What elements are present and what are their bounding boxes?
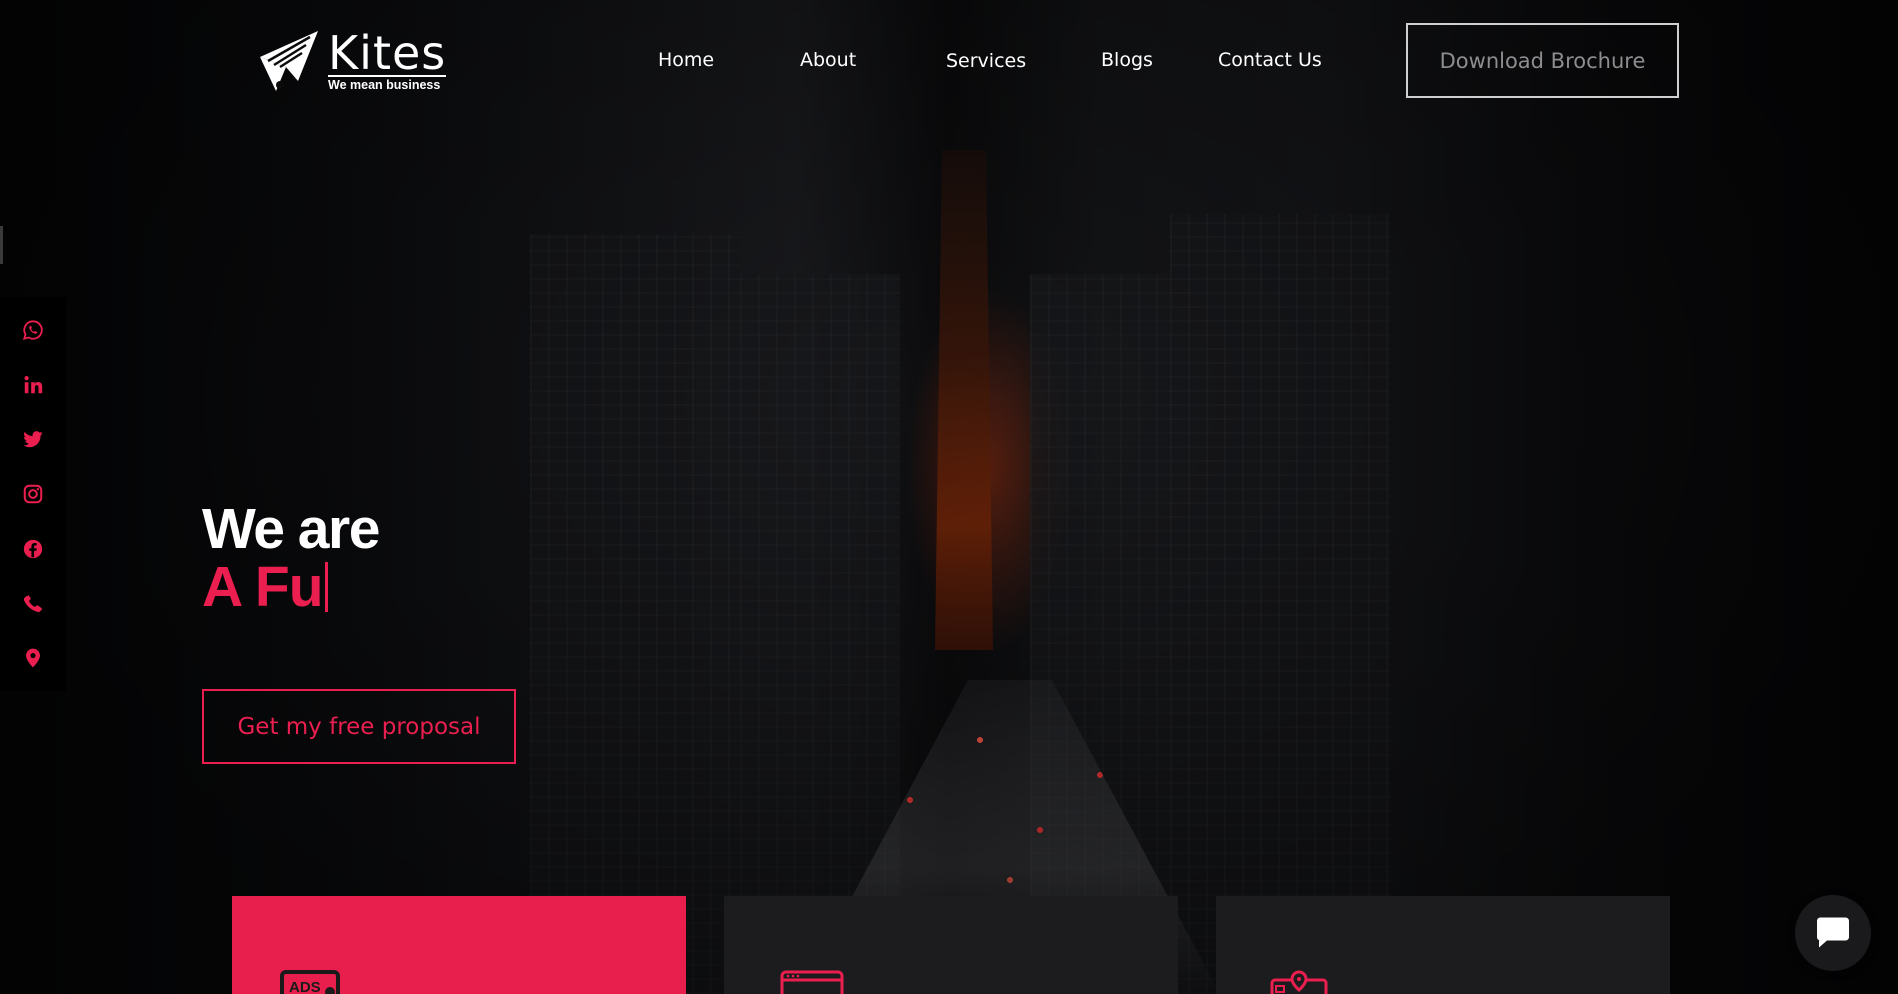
typing-caret: [324, 562, 328, 612]
service-card-web[interactable]: [724, 896, 1178, 994]
download-brochure-button[interactable]: Download Brochure: [1406, 23, 1679, 98]
service-card-ads[interactable]: ADS: [232, 896, 686, 994]
nav-services[interactable]: Services: [946, 50, 1026, 72]
linkedin-icon[interactable]: [20, 372, 46, 398]
twitter-icon[interactable]: [20, 426, 46, 452]
instagram-icon[interactable]: [20, 481, 46, 507]
ads-icon: ADS: [280, 970, 340, 994]
nav-blogs[interactable]: Blogs: [1101, 49, 1153, 71]
phone-icon[interactable]: [20, 590, 46, 616]
svg-text:ADS: ADS: [289, 979, 321, 994]
nav-home[interactable]: Home: [658, 49, 714, 71]
service-card-local[interactable]: [1216, 896, 1670, 994]
nav-contact-us[interactable]: Contact Us: [1218, 49, 1322, 71]
logo-text: Kites We mean business: [328, 25, 447, 92]
brand-tagline: We mean business: [328, 74, 447, 92]
facebook-icon[interactable]: [20, 536, 46, 562]
page: Kites We mean business Home About Servic…: [0, 0, 1898, 994]
hero-typed-value: A Fu: [202, 555, 324, 619]
whatsapp-icon[interactable]: [20, 317, 46, 343]
location-pin-icon[interactable]: [20, 645, 46, 671]
site-logo[interactable]: Kites We mean business: [254, 26, 454, 96]
hero-typed-text: A Fu: [202, 557, 328, 617]
free-proposal-button[interactable]: Get my free proposal: [202, 689, 516, 764]
left-edge-marker: [0, 226, 3, 264]
location-board-icon: [1270, 970, 1328, 994]
live-chat-button[interactable]: [1795, 895, 1871, 971]
social-sidebar: [0, 297, 66, 691]
chat-bubble-icon: [1817, 917, 1849, 948]
browser-window-icon: [780, 970, 844, 994]
nav-about[interactable]: About: [800, 49, 856, 71]
paper-kite-logo-icon: [260, 31, 318, 91]
hero-heading: We are: [202, 497, 380, 561]
brand-name: Kites: [328, 25, 447, 80]
